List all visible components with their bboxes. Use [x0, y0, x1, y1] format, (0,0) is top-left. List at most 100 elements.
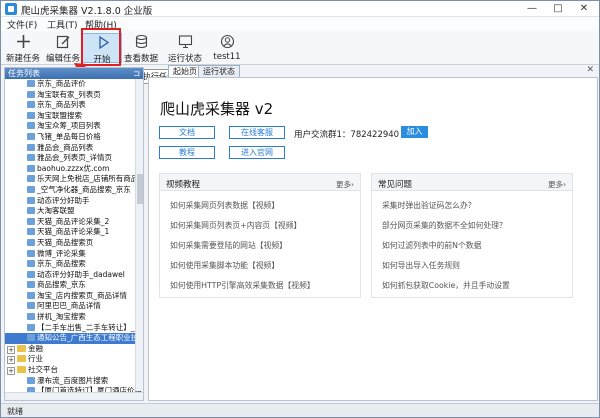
tree-task-item[interactable]: 淘宝联有家_列表页 — [5, 90, 143, 101]
tab-start-page[interactable]: 起始页 — [168, 65, 202, 77]
tree-task-item[interactable]: 阿里巴巴_商品详情 — [5, 301, 143, 312]
task-icon — [27, 217, 35, 225]
faq-link[interactable]: 如何导出导入任务规则 — [382, 260, 460, 271]
video-link[interactable]: 如何采集需要登陆的网站【视频】 — [170, 240, 287, 251]
view-data-label: 查看数据 — [123, 54, 158, 64]
faq-link[interactable]: 采集时弹出验证码怎么办？ — [382, 200, 476, 211]
window-title: 爬山虎采集器 V2.1.8.0 企业版 — [21, 6, 153, 17]
faq-section: 常见问题 更多› 采集时弹出验证码怎么办？ 部分网页采集的数据不全如何处理？ 如… — [371, 173, 573, 298]
tree-folder[interactable]: + 社交平台 — [5, 365, 143, 376]
task-list-vscrollbar[interactable] — [135, 79, 143, 391]
tab-run-status[interactable]: 运行状态 — [198, 65, 240, 77]
edit-task-button[interactable]: 编辑任务 — [43, 33, 83, 64]
task-icon — [27, 90, 35, 98]
view-data-button[interactable]: 查看数据 — [121, 33, 161, 64]
task-icon — [27, 323, 35, 331]
faq-link[interactable]: 如何过滤列表中的前N个数据 — [382, 240, 481, 251]
video-link[interactable]: 如何采集网页列表页+内容页【视频】 — [170, 220, 301, 231]
tree-item-label: 社交平台 — [28, 365, 58, 375]
tree-task-item[interactable]: 大淘客联盟 — [5, 206, 143, 217]
tree-item-label: 动态评分好助手 — [37, 195, 90, 205]
user-button[interactable]: test11 — [207, 33, 247, 63]
menu-file[interactable]: 文件(F) — [7, 18, 37, 31]
tree-task-item[interactable]: 天猫_商品评论采集_1 — [5, 227, 143, 238]
tree-item-label: 淘宝联有家_列表页 — [37, 89, 101, 99]
app-logo-icon — [5, 3, 17, 15]
tree-item-label: 雅品会_商品列表 — [37, 142, 94, 152]
tree-task-item[interactable]: 天猫_商品评论采集_2 — [5, 217, 143, 228]
vscroll-thumb[interactable] — [137, 174, 143, 204]
online-support-button[interactable]: 在线客服 — [229, 126, 285, 139]
tree-task-item[interactable]: 淘宝众筹_项目列表 — [5, 121, 143, 132]
video-link[interactable]: 如何使用HTTP引擎高效采集数据【视频】 — [170, 280, 315, 291]
video-link[interactable]: 如何采集网页列表数据【视频】 — [170, 200, 279, 211]
tree-task-item[interactable]: 微博_评论采集 — [5, 249, 143, 260]
run-status-button[interactable]: 运行状态 — [165, 33, 205, 64]
tree-task-item[interactable]: 雅品会_列表页_详情页 — [5, 153, 143, 164]
tree-task-item[interactable]: 商品搜索_京东 — [5, 280, 143, 291]
faq-link[interactable]: 部分网页采集的数据不全如何处理？ — [382, 220, 507, 231]
tree-task-item[interactable]: 雅品会_商品列表 — [5, 143, 143, 154]
tree-item-label: 商品搜索_京东 — [37, 280, 86, 290]
tree-item-label: 大淘客联盟 — [37, 206, 75, 216]
tree-task-item[interactable]: 飞猪_单品每日价格 — [5, 132, 143, 143]
task-icon — [27, 132, 35, 140]
tree-task-item[interactable]: 【二手车出售_二手车转让】_人 — [5, 323, 143, 334]
tree-task-item[interactable]: 动态评分好助手_dadawel — [5, 270, 143, 281]
pin-icon[interactable]: ⊐ — [133, 68, 140, 79]
task-icon — [27, 207, 35, 215]
monitor-icon — [178, 34, 193, 49]
tree-task-item[interactable]: 瀑布流_百度图片搜索 — [5, 376, 143, 387]
database-icon — [134, 34, 149, 49]
faq-more-link[interactable]: 更多› — [548, 179, 566, 190]
tree-item-label: 天猫_商品搜索页 — [37, 237, 94, 247]
tree-item-label: 行业 — [28, 354, 43, 364]
tutorial-button[interactable]: 教程 — [159, 146, 215, 159]
task-icon — [27, 154, 35, 162]
join-button[interactable]: 加入 — [401, 126, 428, 138]
new-task-button[interactable]: 新建任务 — [3, 33, 43, 64]
tree-folder[interactable]: + 行业 — [5, 354, 143, 365]
tree-item-label: 京东_商品搜索 — [37, 259, 86, 269]
tree-task-item[interactable]: 淘宝_店内搜索页_商品详情 — [5, 291, 143, 302]
tree-task-item[interactable]: 淘宝联盟搜索 — [5, 111, 143, 122]
plus-icon — [16, 34, 31, 49]
tree-item-label: 微博_评论采集 — [37, 248, 86, 258]
faq-link[interactable]: 如何抓包获取Cookie，并且手动设置 — [382, 280, 510, 291]
tree-item-label: 天猫_商品评论采集_1 — [37, 227, 110, 237]
tree-task-item[interactable]: 动态评分好助手 — [5, 196, 143, 207]
task-icon — [27, 196, 35, 204]
tree-task-item[interactable]: 乐天网上免税店_店铺所有商品 — [5, 174, 143, 185]
new-task-label: 新建任务 — [5, 54, 40, 64]
tree-task-item[interactable]: 京东_商品评价 — [5, 79, 143, 90]
faq-title: 常见问题 — [378, 180, 413, 190]
video-link[interactable]: 如何使用采集脚本功能【视频】 — [170, 260, 279, 271]
tree-item-label: _空气净化器_商品搜索_京东 — [37, 184, 131, 194]
video-more-link[interactable]: 更多› — [336, 179, 354, 190]
menu-tools[interactable]: 工具(T) — [47, 18, 78, 31]
task-icon — [27, 122, 35, 130]
task-list-title: 任务列表 — [8, 69, 40, 78]
minimize-button[interactable]: — — [519, 1, 545, 16]
expand-icon[interactable]: + — [7, 356, 15, 365]
tree-item-label: 淘宝众筹_项目列表 — [37, 121, 101, 131]
tree-task-item[interactable]: 京东_商品列表 — [5, 100, 143, 111]
tree-task-item[interactable]: 通知公告_广西生态工程职业技术 — [5, 333, 143, 344]
tree-item-label: 淘宝_店内搜索页_商品详情 — [37, 290, 127, 300]
docs-button[interactable]: 文档 — [159, 126, 215, 139]
tab-close-icon[interactable]: ✕ — [586, 65, 594, 75]
tree-task-item[interactable]: baohuo.zzzx优.com — [5, 164, 143, 175]
tree-task-item[interactable]: _空气净化器_商品搜索_京东 — [5, 185, 143, 196]
official-site-button[interactable]: 进入官网 — [229, 146, 285, 159]
expand-icon[interactable]: + — [7, 367, 15, 376]
maximize-button[interactable]: □ — [545, 1, 571, 16]
video-tutorials-title: 视频教程 — [166, 180, 201, 190]
tree-folder[interactable]: + 金融 — [5, 344, 143, 355]
tree-task-item[interactable]: 拼机_淘宝搜索 — [5, 312, 143, 323]
expand-icon[interactable]: + — [7, 345, 15, 354]
task-list-hscrollbar[interactable] — [5, 392, 143, 400]
tree-task-item[interactable]: 京东_商品搜索 — [5, 259, 143, 270]
tree-task-item[interactable]: 天猫_商品搜索页 — [5, 238, 143, 249]
task-icon — [27, 143, 35, 151]
close-button[interactable]: ✕ — [571, 1, 597, 16]
